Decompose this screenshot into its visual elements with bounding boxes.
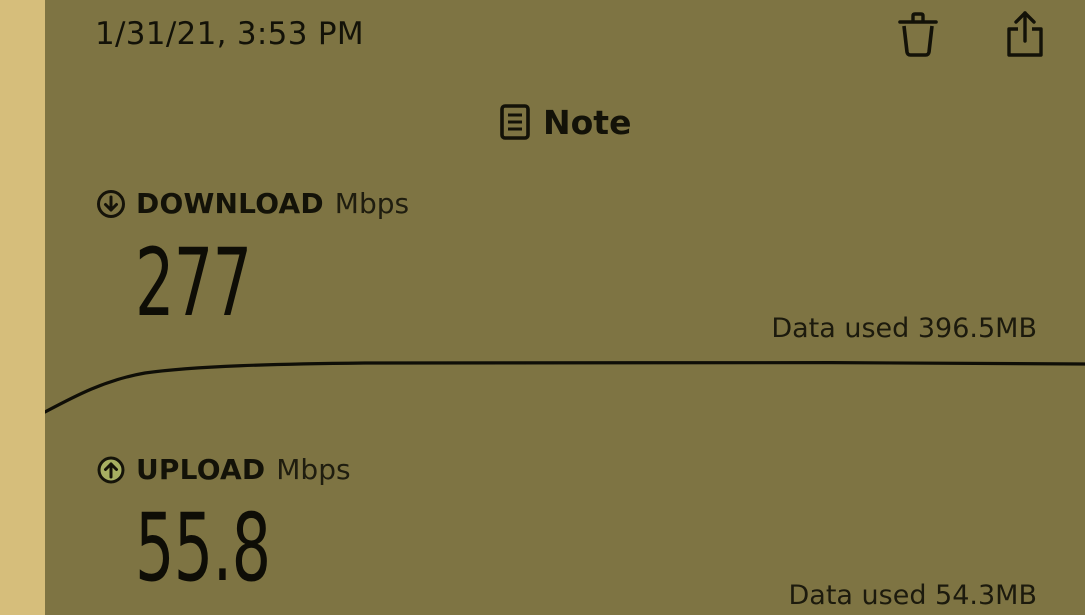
download-title: DOWNLOAD	[136, 187, 324, 220]
result-detail-panel: 1/31/21, 3:53 PM Note DOWNLOAD Mbps 277 …	[45, 0, 1085, 615]
share-button[interactable]	[1000, 6, 1050, 60]
upload-data-used: Data used 54.3MB	[788, 580, 1038, 611]
upload-speed-value: 55.8	[135, 494, 271, 603]
speed-graph-line	[45, 360, 1085, 414]
download-unit: Mbps	[334, 187, 410, 220]
result-timestamp: 1/31/21, 3:53 PM	[95, 16, 364, 52]
arrow-down-circle-icon	[97, 189, 125, 218]
upload-header: UPLOAD Mbps	[95, 453, 351, 486]
left-edge-strip	[0, 0, 45, 615]
speedtest-result-screen: 1/31/21, 3:53 PM Note DOWNLOAD Mbps 277 …	[0, 0, 1085, 615]
arrow-up-circle-icon	[97, 456, 125, 483]
note-icon	[500, 104, 530, 140]
share-icon	[1007, 11, 1043, 57]
trash-icon	[898, 12, 938, 57]
note-label: Note	[543, 102, 632, 142]
delete-button[interactable]	[893, 6, 943, 60]
upload-title: UPLOAD	[136, 453, 266, 486]
note-button[interactable]: Note	[499, 98, 631, 146]
download-speed-value: 277	[135, 229, 252, 338]
download-header: DOWNLOAD Mbps	[95, 187, 409, 220]
upload-unit: Mbps	[276, 453, 351, 486]
